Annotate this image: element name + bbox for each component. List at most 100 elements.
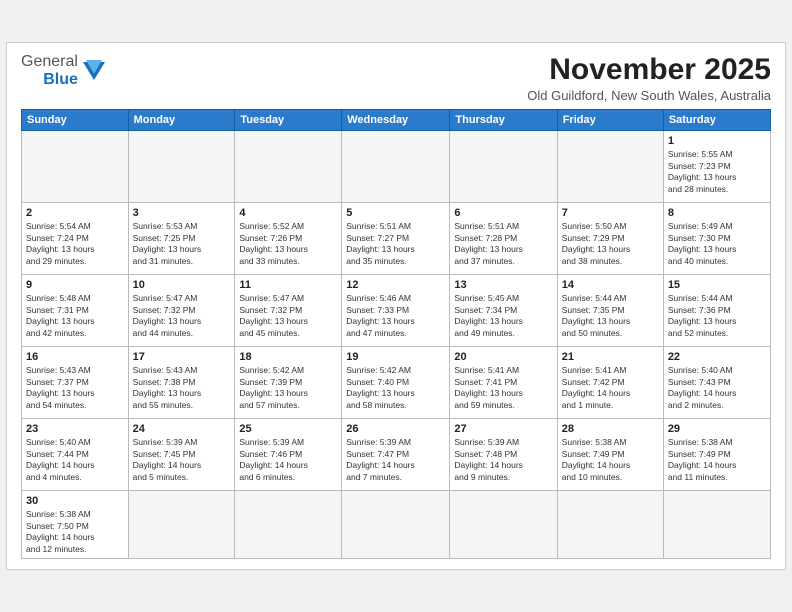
- day-info: Sunrise: 5:48 AMSunset: 7:31 PMDaylight:…: [26, 293, 124, 339]
- day-info: Sunrise: 5:53 AMSunset: 7:25 PMDaylight:…: [133, 221, 231, 267]
- calendar-day-cell: [342, 130, 450, 202]
- month-title: November 2025: [527, 53, 771, 86]
- weekday-header-tuesday: Tuesday: [235, 109, 342, 130]
- calendar-day-cell: 16Sunrise: 5:43 AMSunset: 7:37 PMDayligh…: [22, 346, 129, 418]
- calendar-day-cell: 3Sunrise: 5:53 AMSunset: 7:25 PMDaylight…: [128, 202, 235, 274]
- day-info: Sunrise: 5:50 AMSunset: 7:29 PMDaylight:…: [562, 221, 659, 267]
- calendar-day-cell: [22, 130, 129, 202]
- day-number: 15: [668, 278, 766, 292]
- day-number: 29: [668, 422, 766, 436]
- title-area: November 2025 Old Guildford, New South W…: [527, 53, 771, 103]
- day-info: Sunrise: 5:54 AMSunset: 7:24 PMDaylight:…: [26, 221, 124, 267]
- day-info: Sunrise: 5:52 AMSunset: 7:26 PMDaylight:…: [239, 221, 337, 267]
- day-info: Sunrise: 5:40 AMSunset: 7:43 PMDaylight:…: [668, 365, 766, 411]
- day-number: 30: [26, 494, 124, 508]
- calendar-week-row: 30Sunrise: 5:38 AMSunset: 7:50 PMDayligh…: [22, 490, 771, 558]
- day-number: 28: [562, 422, 659, 436]
- day-number: 16: [26, 350, 124, 364]
- weekday-header-wednesday: Wednesday: [342, 109, 450, 130]
- calendar-day-cell: 2Sunrise: 5:54 AMSunset: 7:24 PMDaylight…: [22, 202, 129, 274]
- calendar-day-cell: 24Sunrise: 5:39 AMSunset: 7:45 PMDayligh…: [128, 418, 235, 490]
- day-info: Sunrise: 5:43 AMSunset: 7:37 PMDaylight:…: [26, 365, 124, 411]
- day-number: 6: [454, 206, 552, 220]
- calendar-day-cell: 19Sunrise: 5:42 AMSunset: 7:40 PMDayligh…: [342, 346, 450, 418]
- calendar-week-row: 2Sunrise: 5:54 AMSunset: 7:24 PMDaylight…: [22, 202, 771, 274]
- day-number: 9: [26, 278, 124, 292]
- day-info: Sunrise: 5:47 AMSunset: 7:32 PMDaylight:…: [133, 293, 231, 339]
- calendar-day-cell: [450, 490, 557, 558]
- calendar-day-cell: 17Sunrise: 5:43 AMSunset: 7:38 PMDayligh…: [128, 346, 235, 418]
- weekday-header-row: SundayMondayTuesdayWednesdayThursdayFrid…: [22, 109, 771, 130]
- day-number: 21: [562, 350, 659, 364]
- calendar-day-cell: 22Sunrise: 5:40 AMSunset: 7:43 PMDayligh…: [663, 346, 770, 418]
- calendar-day-cell: [235, 130, 342, 202]
- weekday-header-friday: Friday: [557, 109, 663, 130]
- day-info: Sunrise: 5:49 AMSunset: 7:30 PMDaylight:…: [668, 221, 766, 267]
- day-info: Sunrise: 5:51 AMSunset: 7:28 PMDaylight:…: [454, 221, 552, 267]
- day-number: 8: [668, 206, 766, 220]
- weekday-header-thursday: Thursday: [450, 109, 557, 130]
- calendar-day-cell: 13Sunrise: 5:45 AMSunset: 7:34 PMDayligh…: [450, 274, 557, 346]
- day-number: 10: [133, 278, 231, 292]
- day-number: 17: [133, 350, 231, 364]
- day-info: Sunrise: 5:44 AMSunset: 7:36 PMDaylight:…: [668, 293, 766, 339]
- day-number: 7: [562, 206, 659, 220]
- calendar-day-cell: 15Sunrise: 5:44 AMSunset: 7:36 PMDayligh…: [663, 274, 770, 346]
- calendar-day-cell: 27Sunrise: 5:39 AMSunset: 7:48 PMDayligh…: [450, 418, 557, 490]
- day-number: 19: [346, 350, 445, 364]
- calendar-day-cell: 11Sunrise: 5:47 AMSunset: 7:32 PMDayligh…: [235, 274, 342, 346]
- day-number: 12: [346, 278, 445, 292]
- calendar-day-cell: [450, 130, 557, 202]
- calendar-day-cell: [235, 490, 342, 558]
- day-number: 25: [239, 422, 337, 436]
- calendar-day-cell: 12Sunrise: 5:46 AMSunset: 7:33 PMDayligh…: [342, 274, 450, 346]
- day-info: Sunrise: 5:47 AMSunset: 7:32 PMDaylight:…: [239, 293, 337, 339]
- calendar-day-cell: [128, 490, 235, 558]
- day-number: 26: [346, 422, 445, 436]
- logo-area: General Blue: [21, 53, 105, 88]
- day-number: 23: [26, 422, 124, 436]
- calendar-day-cell: 1Sunrise: 5:55 AMSunset: 7:23 PMDaylight…: [663, 130, 770, 202]
- day-info: Sunrise: 5:43 AMSunset: 7:38 PMDaylight:…: [133, 365, 231, 411]
- calendar-day-cell: 6Sunrise: 5:51 AMSunset: 7:28 PMDaylight…: [450, 202, 557, 274]
- calendar-day-cell: 20Sunrise: 5:41 AMSunset: 7:41 PMDayligh…: [450, 346, 557, 418]
- location-title: Old Guildford, New South Wales, Australi…: [527, 88, 771, 103]
- weekday-header-saturday: Saturday: [663, 109, 770, 130]
- calendar-day-cell: 8Sunrise: 5:49 AMSunset: 7:30 PMDaylight…: [663, 202, 770, 274]
- logo-blue: Blue: [43, 71, 78, 89]
- weekday-header-monday: Monday: [128, 109, 235, 130]
- day-info: Sunrise: 5:41 AMSunset: 7:41 PMDaylight:…: [454, 365, 552, 411]
- calendar-grid: SundayMondayTuesdayWednesdayThursdayFrid…: [21, 109, 771, 559]
- calendar-day-cell: [663, 490, 770, 558]
- weekday-header-sunday: Sunday: [22, 109, 129, 130]
- day-number: 18: [239, 350, 337, 364]
- calendar-week-row: 23Sunrise: 5:40 AMSunset: 7:44 PMDayligh…: [22, 418, 771, 490]
- day-number: 24: [133, 422, 231, 436]
- day-info: Sunrise: 5:55 AMSunset: 7:23 PMDaylight:…: [668, 149, 766, 195]
- calendar-day-cell: 14Sunrise: 5:44 AMSunset: 7:35 PMDayligh…: [557, 274, 663, 346]
- calendar-day-cell: [128, 130, 235, 202]
- calendar-day-cell: [557, 490, 663, 558]
- day-number: 14: [562, 278, 659, 292]
- day-number: 3: [133, 206, 231, 220]
- day-number: 2: [26, 206, 124, 220]
- day-number: 22: [668, 350, 766, 364]
- calendar-day-cell: 23Sunrise: 5:40 AMSunset: 7:44 PMDayligh…: [22, 418, 129, 490]
- calendar-day-cell: 26Sunrise: 5:39 AMSunset: 7:47 PMDayligh…: [342, 418, 450, 490]
- day-info: Sunrise: 5:39 AMSunset: 7:46 PMDaylight:…: [239, 437, 337, 483]
- calendar-day-cell: 18Sunrise: 5:42 AMSunset: 7:39 PMDayligh…: [235, 346, 342, 418]
- day-info: Sunrise: 5:51 AMSunset: 7:27 PMDaylight:…: [346, 221, 445, 267]
- day-info: Sunrise: 5:38 AMSunset: 7:49 PMDaylight:…: [562, 437, 659, 483]
- calendar-container: General Blue November 2025 Old Guildford…: [6, 42, 786, 570]
- day-number: 20: [454, 350, 552, 364]
- header-section: General Blue November 2025 Old Guildford…: [21, 53, 771, 103]
- day-info: Sunrise: 5:42 AMSunset: 7:39 PMDaylight:…: [239, 365, 337, 411]
- day-info: Sunrise: 5:39 AMSunset: 7:45 PMDaylight:…: [133, 437, 231, 483]
- day-info: Sunrise: 5:39 AMSunset: 7:48 PMDaylight:…: [454, 437, 552, 483]
- day-number: 27: [454, 422, 552, 436]
- logo-general: General: [21, 53, 78, 71]
- day-number: 11: [239, 278, 337, 292]
- calendar-day-cell: 28Sunrise: 5:38 AMSunset: 7:49 PMDayligh…: [557, 418, 663, 490]
- calendar-day-cell: 5Sunrise: 5:51 AMSunset: 7:27 PMDaylight…: [342, 202, 450, 274]
- day-number: 1: [668, 134, 766, 148]
